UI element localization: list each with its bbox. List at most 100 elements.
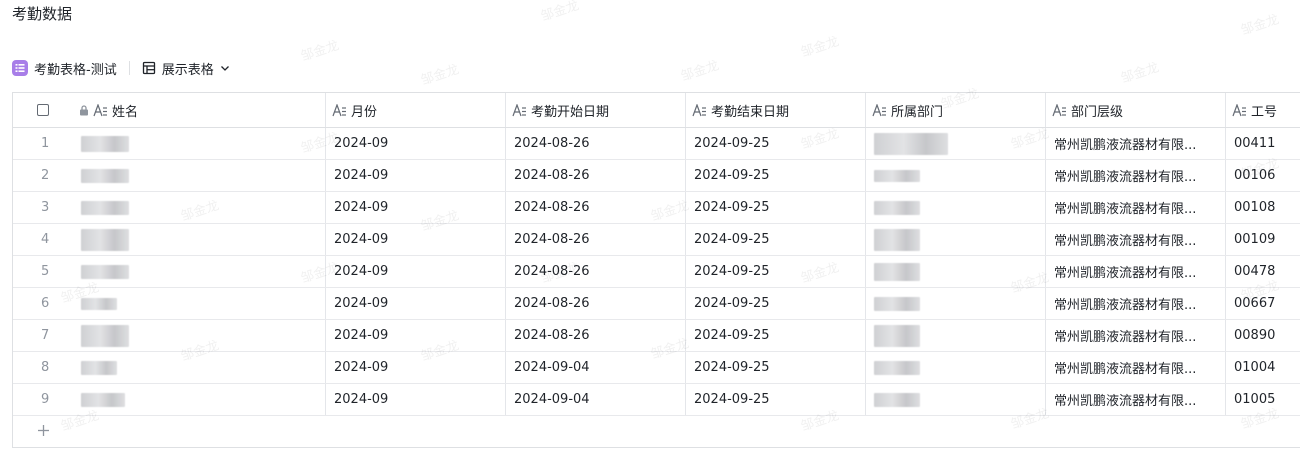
employee-id-cell[interactable]: 00106 <box>1226 160 1300 191</box>
table-row[interactable]: 4 2024-09 2024-08-26 2024-09-25 常州凯鹏液流器材有限..… <box>13 224 1300 256</box>
table-row[interactable]: 9 2024-09 2024-09-04 2024-09-25 常州凯鹏液流器材有限..… <box>13 384 1300 416</box>
name-cell[interactable] <box>73 160 326 191</box>
column-header-employee-id[interactable]: 工号 <box>1226 93 1300 127</box>
table-row[interactable]: 7 2024-09 2024-08-26 2024-09-25 常州凯鹏液流器材有限..… <box>13 320 1300 352</box>
month-cell[interactable]: 2024-09 <box>326 128 506 159</box>
text-field-icon <box>692 103 707 117</box>
start-date-cell[interactable]: 2024-09-04 <box>506 384 686 415</box>
month-cell[interactable]: 2024-09 <box>326 192 506 223</box>
select-all-checkbox[interactable] <box>37 104 49 116</box>
month-cell[interactable]: 2024-09 <box>326 384 506 415</box>
column-header-name[interactable]: 姓名 <box>73 93 326 127</box>
table-row[interactable]: 8 2024-09 2024-09-04 2024-09-25 常州凯鹏液流器材有限..… <box>13 352 1300 384</box>
table-row[interactable]: 1 2024-09 2024-08-26 2024-09-25 常州凯鹏液流器材有限..… <box>13 128 1300 160</box>
name-cell[interactable] <box>73 384 326 415</box>
department-cell[interactable] <box>866 128 1046 159</box>
department-cell[interactable] <box>866 224 1046 255</box>
chevron-down-icon[interactable] <box>220 63 230 73</box>
employee-id-cell[interactable]: 00109 <box>1226 224 1300 255</box>
start-date-cell[interactable]: 2024-08-26 <box>506 224 686 255</box>
toolbar-divider <box>128 61 130 75</box>
start-date-cell[interactable]: 2024-08-26 <box>506 320 686 351</box>
name-cell[interactable] <box>73 192 326 223</box>
redacted-value <box>874 169 920 182</box>
end-date-cell[interactable]: 2024-09-25 <box>686 192 866 223</box>
watermark-text: 邹金龙 <box>299 38 341 65</box>
dept-level-cell[interactable]: 常州凯鹏液流器材有限... <box>1046 160 1226 191</box>
column-header-start-date[interactable]: 考勤开始日期 <box>506 93 686 127</box>
add-row-button[interactable] <box>13 416 73 447</box>
end-date-cell[interactable]: 2024-09-25 <box>686 160 866 191</box>
employee-id-cell[interactable]: 01005 <box>1226 384 1300 415</box>
employee-id-cell[interactable]: 00108 <box>1226 192 1300 223</box>
start-date-cell[interactable]: 2024-08-26 <box>506 128 686 159</box>
employee-id-cell[interactable]: 00411 <box>1226 128 1300 159</box>
department-cell[interactable] <box>866 352 1046 383</box>
dept-level-cell[interactable]: 常州凯鹏液流器材有限... <box>1046 192 1226 223</box>
end-date-cell[interactable]: 2024-09-25 <box>686 256 866 287</box>
start-date-cell[interactable]: 2024-08-26 <box>506 256 686 287</box>
month-cell[interactable]: 2024-09 <box>326 224 506 255</box>
table-row[interactable]: 6 2024-09 2024-08-26 2024-09-25 常州凯鹏液流器材有限..… <box>13 288 1300 320</box>
column-header-month[interactable]: 月份 <box>326 93 506 127</box>
start-date-cell[interactable]: 2024-08-26 <box>506 192 686 223</box>
dept-level-cell[interactable]: 常州凯鹏液流器材有限... <box>1046 288 1226 319</box>
department-cell[interactable] <box>866 384 1046 415</box>
end-date-cell[interactable]: 2024-09-25 <box>686 320 866 351</box>
start-date-cell[interactable]: 2024-08-26 <box>506 160 686 191</box>
dept-level-cell[interactable]: 常州凯鹏液流器材有限... <box>1046 352 1226 383</box>
employee-id-cell[interactable]: 00667 <box>1226 288 1300 319</box>
row-index: 8 <box>41 360 50 375</box>
column-header-label: 部门层级 <box>1071 104 1124 120</box>
department-cell[interactable] <box>866 192 1046 223</box>
dept-level-cell[interactable]: 常州凯鹏液流器材有限... <box>1046 128 1226 159</box>
name-cell[interactable] <box>73 256 326 287</box>
end-date-cell[interactable]: 2024-09-25 <box>686 352 866 383</box>
dept-level-cell[interactable]: 常州凯鹏液流器材有限... <box>1046 224 1226 255</box>
column-header-dept-level[interactable]: 部门层级 <box>1046 93 1226 127</box>
dept-level-cell[interactable]: 常州凯鹏液流器材有限... <box>1046 256 1226 287</box>
table-row[interactable]: 2 2024-09 2024-08-26 2024-09-25 常州凯鹏液流器材有限..… <box>13 160 1300 192</box>
name-cell[interactable] <box>73 224 326 255</box>
month-cell[interactable]: 2024-09 <box>326 160 506 191</box>
start-date-cell[interactable]: 2024-09-04 <box>506 352 686 383</box>
department-cell[interactable] <box>866 160 1046 191</box>
employee-id-cell[interactable]: 01004 <box>1226 352 1300 383</box>
end-date-cell[interactable]: 2024-09-25 <box>686 384 866 415</box>
start-date-cell[interactable]: 2024-08-26 <box>506 288 686 319</box>
employee-id-cell[interactable]: 00890 <box>1226 320 1300 351</box>
redacted-value <box>874 132 948 155</box>
table-selector[interactable]: 考勤表格-测试 <box>12 59 117 78</box>
text-field-icon <box>512 103 527 117</box>
department-cell[interactable] <box>866 256 1046 287</box>
grid-table-icon <box>142 61 156 75</box>
employee-id-cell[interactable]: 00478 <box>1226 256 1300 287</box>
end-date-cell[interactable]: 2024-09-25 <box>686 128 866 159</box>
name-cell[interactable] <box>73 128 326 159</box>
department-cell[interactable] <box>866 320 1046 351</box>
month-cell[interactable]: 2024-09 <box>326 352 506 383</box>
table-row[interactable]: 3 2024-09 2024-08-26 2024-09-25 常州凯鹏液流器材有限..… <box>13 192 1300 224</box>
view-selector[interactable]: 展示表格 <box>142 59 230 78</box>
name-cell[interactable] <box>73 320 326 351</box>
watermark-text: 邹金龙 <box>1119 60 1161 87</box>
dept-level-cell[interactable]: 常州凯鹏液流器材有限... <box>1046 320 1226 351</box>
department-cell[interactable] <box>866 288 1046 319</box>
name-cell[interactable] <box>73 352 326 383</box>
table-row[interactable]: 5 2024-09 2024-08-26 2024-09-25 常州凯鹏液流器材有限..… <box>13 256 1300 288</box>
table-name: 考勤表格-测试 <box>34 62 117 78</box>
data-grid: 姓名 月份 考勤开始日期 考勤结束日期 所属部门 部门层级 工号 1 2024-… <box>12 92 1300 448</box>
select-all-cell <box>13 93 73 127</box>
column-header-end-date[interactable]: 考勤结束日期 <box>686 93 866 127</box>
end-date-cell[interactable]: 2024-09-25 <box>686 224 866 255</box>
month-cell[interactable]: 2024-09 <box>326 256 506 287</box>
header-row: 姓名 月份 考勤开始日期 考勤结束日期 所属部门 部门层级 工号 <box>13 93 1300 128</box>
month-cell[interactable]: 2024-09 <box>326 320 506 351</box>
month-cell[interactable]: 2024-09 <box>326 288 506 319</box>
dept-level-cell[interactable]: 常州凯鹏液流器材有限... <box>1046 384 1226 415</box>
column-header-department[interactable]: 所属部门 <box>866 93 1046 127</box>
text-field-icon <box>1232 103 1247 117</box>
toolbar: 考勤表格-测试 展示表格 <box>12 58 230 78</box>
end-date-cell[interactable]: 2024-09-25 <box>686 288 866 319</box>
name-cell[interactable] <box>73 288 326 319</box>
